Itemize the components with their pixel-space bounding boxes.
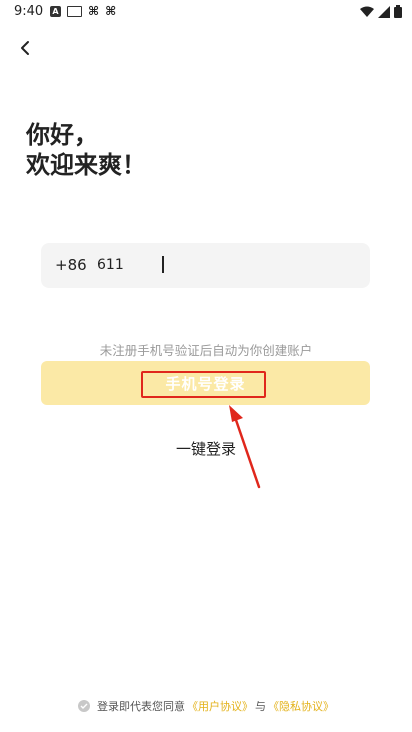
battery-icon	[394, 5, 402, 18]
back-button[interactable]	[14, 36, 38, 60]
status-icons-left: A ⌘ ⌘	[50, 5, 116, 17]
country-code[interactable]: +86	[55, 256, 87, 274]
text-caret	[162, 256, 164, 273]
wifi-icon	[360, 6, 374, 17]
greeting: 你好， 欢迎来爽！	[26, 120, 146, 180]
agreement-prefix: 登录即代表您同意	[97, 700, 185, 713]
privacy-agreement-link[interactable]: 《隐私协议》	[268, 698, 334, 714]
chevron-left-icon	[21, 41, 29, 55]
greeting-line-2: 欢迎来爽！	[26, 151, 146, 179]
status-icons-right	[360, 5, 402, 18]
bug-icon: ⌘	[105, 4, 117, 18]
phone-field[interactable]: +86	[41, 243, 370, 288]
phone-login-label: 手机号登录	[165, 374, 246, 393]
user-agreement-link[interactable]: 《用户协议》	[187, 698, 253, 714]
bug-icon: ⌘	[88, 4, 100, 18]
agree-checkbox[interactable]	[78, 700, 90, 712]
agreement-conjunction: 与	[255, 700, 266, 713]
phone-input[interactable]	[97, 252, 347, 278]
greeting-line-1: 你好，	[26, 121, 98, 149]
a-icon: A	[50, 5, 61, 17]
agreement-row: 登录即代表您同意 《用户协议》 与 《隐私协议》	[0, 698, 412, 714]
one-key-login-link[interactable]: 一键登录	[0, 438, 412, 459]
status-bar: 9:40 A ⌘ ⌘	[0, 0, 412, 24]
check-icon	[80, 703, 88, 709]
status-time: 9:40	[14, 4, 44, 19]
phone-login-button[interactable]: 手机号登录	[41, 361, 370, 405]
keyboard-icon	[67, 5, 82, 17]
register-hint: 未注册手机号验证后自动为你创建账户	[99, 343, 313, 358]
signal-icon	[378, 5, 390, 18]
